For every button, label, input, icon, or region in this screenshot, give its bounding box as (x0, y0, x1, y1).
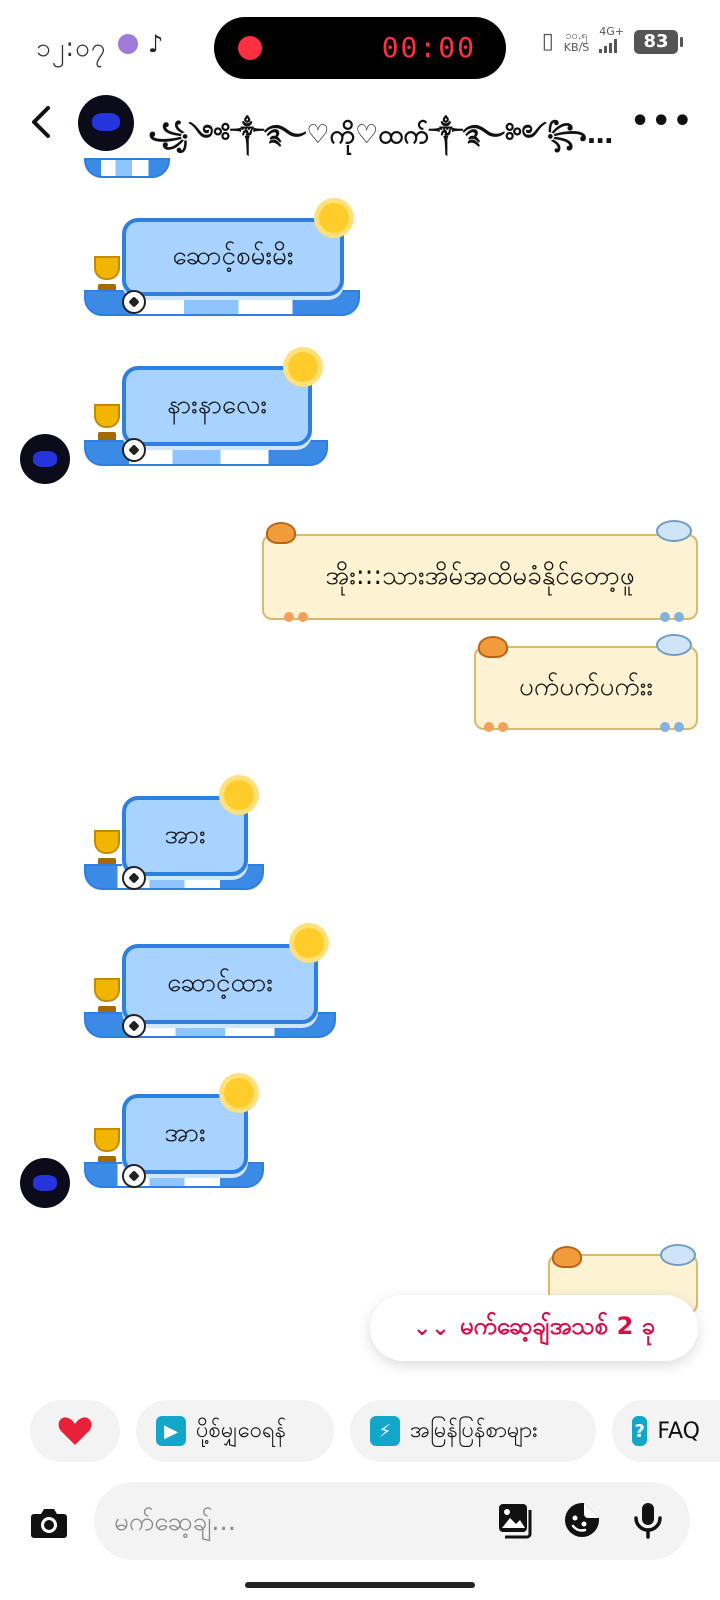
back-button[interactable] (20, 100, 64, 144)
football-icon (122, 1164, 146, 1188)
sender-avatar[interactable] (20, 434, 70, 484)
lightning-icon: ⚡ (370, 1416, 400, 1446)
message-bubble[interactable]: အား (122, 796, 248, 876)
paw-icon (484, 722, 510, 732)
status-time: ၁၂:၀၇ (36, 33, 107, 63)
quick-actions-row: ▶ ပို့စ်မျှဝေရန် ⚡ အမြန်ပြန်စာများ ? FAQ (0, 1400, 720, 1464)
contact-avatar[interactable] (78, 95, 134, 151)
sun-icon (294, 928, 324, 958)
microphone-icon (634, 1503, 662, 1539)
football-icon (122, 866, 146, 890)
double-chevron-down-icon: ⌄⌄ (412, 1315, 450, 1341)
gallery-button[interactable] (496, 1500, 536, 1540)
tiktok-icon: ♪ (148, 30, 164, 58)
new-messages-button[interactable]: ⌄⌄ မက်ဆေ့ချ်အသစ် 2 ခု (370, 1295, 698, 1361)
status-bar: ၁၂:၀၇ ♪ 00:00 ▯ ၁၀.၅ KB/S 4G+ 83 (0, 0, 720, 90)
football-icon (122, 1014, 146, 1038)
cat-icon (552, 1246, 582, 1268)
voice-button[interactable] (628, 1500, 668, 1540)
dog-icon (656, 520, 692, 542)
sticker-icon (565, 1503, 599, 1537)
question-icon: ? (632, 1416, 648, 1446)
record-timer: 00:00 (381, 31, 476, 64)
status-right-icons: ▯ ၁၀.၅ KB/S 4G+ 83 (541, 26, 683, 57)
chevron-left-icon (32, 106, 50, 138)
quick-action-share-post[interactable]: ▶ ပို့စ်မျှဝေရန် (136, 1400, 334, 1462)
camera-button[interactable] (28, 1502, 70, 1544)
football-icon (122, 438, 146, 462)
message-input[interactable]: မက်ဆေ့ချ်... (94, 1482, 690, 1560)
quick-action-heart[interactable] (30, 1400, 120, 1462)
message-bubble[interactable]: ဆောင့်ထား (122, 944, 318, 1024)
cat-icon (478, 636, 508, 658)
chat-title[interactable]: ꧁༺༒࿐♡ကို♡ထက်༒࿐༻꧂♡Edit♡(... (148, 106, 628, 179)
image-icon (499, 1504, 532, 1539)
message-bubble[interactable]: နားနာလေး (122, 366, 312, 446)
dog-icon (656, 634, 692, 656)
vibrate-icon: ▯ (541, 29, 554, 54)
new-messages-label: မက်ဆေ့ချ်အသစ် 2 ခု (459, 1312, 656, 1340)
quick-action-quick-replies[interactable]: ⚡ အမြန်ပြန်စာများ (350, 1400, 596, 1462)
message-bubble[interactable]: ပက်ပက်ပက်းး (474, 646, 698, 730)
emoji-notification-icon (118, 34, 138, 54)
camera-icon (31, 1509, 67, 1538)
record-dot-icon (238, 36, 262, 60)
play-icon: ▶ (156, 1416, 186, 1446)
sticker-button[interactable] (562, 1500, 602, 1540)
signal-bars-icon (599, 39, 618, 53)
sender-avatar[interactable] (20, 1158, 70, 1208)
chat-header: ꧁༺༒࿐♡ကို♡ထက်༒࿐༻꧂♡Edit♡(... ••• (0, 90, 720, 156)
signal-indicator: 4G+ (599, 26, 624, 57)
paw-icon (284, 612, 310, 622)
message-bubble[interactable]: ဆောင့်စမ်းမိး (122, 218, 344, 296)
message-input-bar: မက်ဆေ့ချ်... (0, 1482, 720, 1562)
dog-icon (660, 1244, 696, 1266)
home-indicator[interactable] (245, 1582, 475, 1588)
football-icon (122, 290, 146, 314)
sun-icon (224, 1078, 254, 1108)
cat-icon (266, 522, 296, 544)
sticker-scarf-decoration (84, 158, 170, 178)
trophy-icon (90, 404, 124, 444)
screen-record-pill[interactable]: 00:00 (214, 17, 506, 79)
message-input-placeholder: မက်ဆေ့ချ်... (114, 1507, 237, 1537)
message-bubble[interactable]: အား (122, 1094, 248, 1174)
status-left-icons: ♪ (118, 30, 163, 58)
heart-icon (58, 1417, 92, 1445)
more-options-button[interactable]: ••• (630, 104, 694, 139)
paw-icon (660, 612, 686, 622)
battery-icon: 83 (634, 29, 683, 54)
sun-icon (224, 780, 254, 810)
message-bubble[interactable]: အိုး:::သားအိမ်အထိမခံနိုင်တော့ဖူ (262, 534, 698, 620)
input-icons (496, 1500, 668, 1540)
sun-icon (319, 203, 349, 233)
net-speed: ၁၀.၅ KB/S (563, 28, 590, 54)
sun-icon (288, 352, 318, 382)
paw-icon (660, 722, 686, 732)
quick-action-faq[interactable]: ? FAQ (612, 1400, 720, 1462)
